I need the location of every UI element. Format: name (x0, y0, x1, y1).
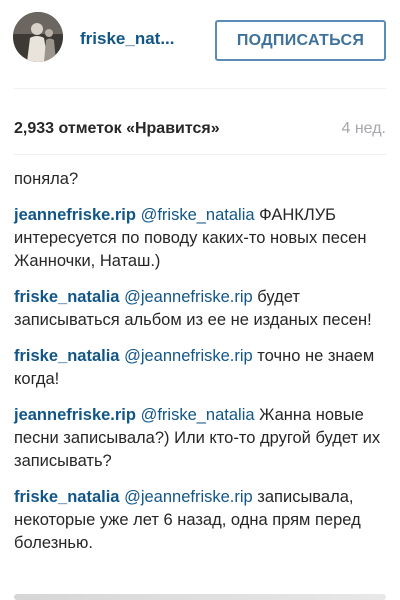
avatar[interactable] (13, 12, 63, 62)
comment-item: friske_natalia @jeannefriske.rip будет з… (14, 286, 389, 332)
comment-item: jeannefriske.rip @friske_natalia Жанна н… (14, 404, 389, 473)
post-header: friske_nat... ПОДПИСАТЬСЯ (0, 0, 400, 88)
comment-item: поняла? (14, 168, 389, 191)
comment-author[interactable]: jeannefriske.rip (14, 206, 136, 224)
comment-item: friske_natalia @jeannefriske.rip записыв… (14, 486, 389, 555)
comment-author[interactable]: jeannefriske.rip (14, 406, 136, 424)
comment-mention[interactable]: @friske_natalia (141, 206, 255, 224)
comment-author[interactable]: friske_natalia (14, 347, 119, 365)
comment-author[interactable]: friske_natalia (14, 288, 119, 306)
avatar-photo-icon (13, 12, 63, 62)
comment-item: friske_natalia @jeannefriske.rip точно н… (14, 345, 389, 391)
post-username[interactable]: friske_nat... (80, 29, 175, 49)
follow-button[interactable]: ПОДПИСАТЬСЯ (215, 20, 386, 61)
comment-item: jeannefriske.rip @friske_natalia ФАНКЛУБ… (14, 204, 389, 273)
post-time[interactable]: 4 нед. (341, 120, 386, 138)
comment-mention[interactable]: @friske_natalia (141, 406, 255, 424)
likes-count[interactable]: 2,933 отметок «Нравится» (14, 120, 220, 138)
comment-author[interactable]: friske_natalia (14, 488, 119, 506)
header-divider (14, 88, 386, 89)
comment-mention[interactable]: @jeannefriske.rip (124, 488, 253, 506)
stats-divider (14, 154, 386, 155)
comments-list: поняла? jeannefriske.rip @friske_natalia… (14, 168, 389, 568)
cut-off-comment (14, 588, 394, 600)
cut-off-comment-bar (14, 594, 386, 600)
comment-mention[interactable]: @jeannefriske.rip (124, 288, 253, 306)
comment-mention[interactable]: @jeannefriske.rip (124, 347, 253, 365)
comment-text: поняла? (14, 170, 79, 188)
